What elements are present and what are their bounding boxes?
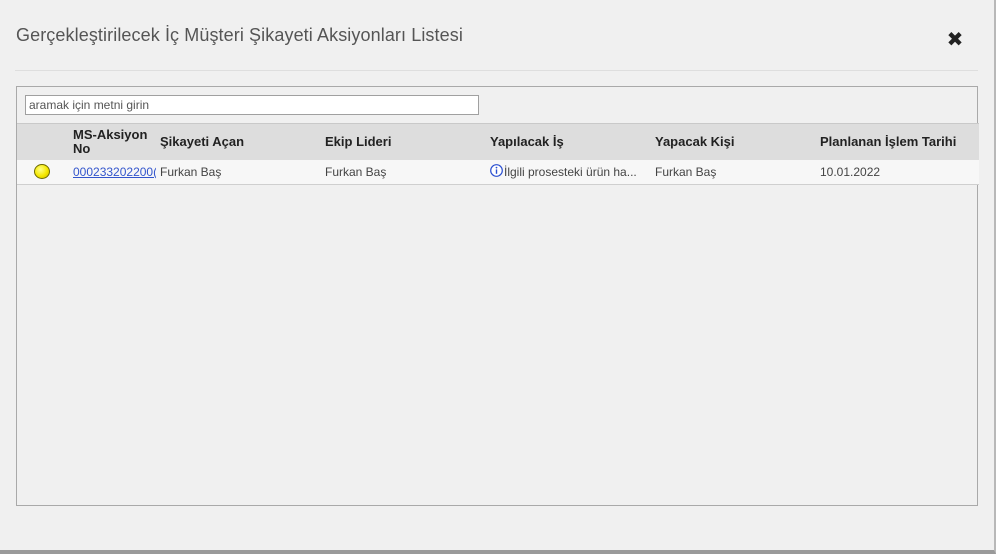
info-icon[interactable] [490,163,503,177]
grid-panel: MS-Aksiyon No Şikayeti Açan Ekip Lideri … [16,86,979,506]
yapilacak-is-cell: İlgili prosesteki ürün ha... [490,160,650,184]
column-header-planlanan-islem-tarihi[interactable]: Planlanan İşlem Tarihi [820,124,976,160]
column-header-yapacak-kisi[interactable]: Yapacak Kişi [655,124,815,160]
planlanan-tarih-cell: 10.01.2022 [820,165,881,179]
column-header-ms-aksiyon-no[interactable]: MS-Aksiyon No [73,124,157,160]
table-row[interactable]: 000233202200( Furkan Baş Furkan Baş İlgi… [17,160,979,185]
ekip-lideri-cell: Furkan Baş [325,165,387,179]
dialog: Gerçekleştirilecek İç Müşteri Şikayeti A… [0,0,996,554]
status-indicator-icon [34,164,50,179]
ms-aksiyon-no-link[interactable]: 000233202200( [73,165,156,179]
column-header-yapilacak-is[interactable]: Yapılacak İş [490,124,650,160]
dialog-title: Gerçekleştirilecek İç Müşteri Şikayeti A… [16,25,463,45]
search-input[interactable] [25,95,479,115]
title-divider [15,70,978,71]
yapilacak-is-text: İlgili prosesteki ürün ha... [504,165,637,179]
grid-header: MS-Aksiyon No Şikayeti Açan Ekip Lideri … [17,123,979,160]
column-header-sikayeti-acan[interactable]: Şikayeti Açan [160,124,320,160]
close-icon[interactable]: ✖ [946,30,964,50]
column-header-ekip-lideri[interactable]: Ekip Lideri [325,124,485,160]
sikayeti-acan-cell: Furkan Baş [160,165,222,179]
yapacak-kisi-cell: Furkan Baş [655,165,717,179]
